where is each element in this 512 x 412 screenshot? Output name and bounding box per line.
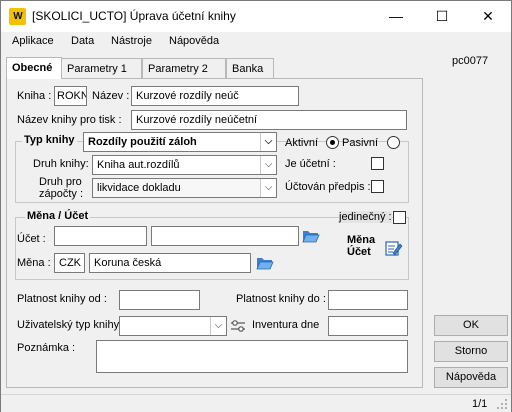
mena-ucet-group-label: Měna / Účet [25,210,91,222]
chevron-down-icon: ⌵ [260,156,276,174]
folder-open-icon[interactable] [256,255,274,271]
platnost-od-label: Platnost knihy od : [17,293,107,305]
druh-zapocty-select[interactable]: likvidace dokladu ⌵ [92,178,277,198]
menu-aplikace[interactable]: Aplikace [12,35,54,47]
inventura-field[interactable] [328,316,408,336]
chevron-down-icon: ⌵ [210,317,226,335]
maximize-button[interactable]: ☐ [419,1,465,32]
window-title: [SKOLICI_UCTO] Úprava účetní knihy [32,9,236,23]
uctovan-predpis-label: Účtován předpis : [285,181,371,193]
folder-open-icon[interactable] [302,228,320,244]
nazev-tisk-label: Název knihy pro tisk : [17,114,122,126]
mena-code-field[interactable]: CZK [54,253,85,273]
platnost-od-field[interactable] [119,290,200,310]
page-indicator: 1/1 [472,398,488,410]
edit-icon[interactable] [385,240,403,257]
chevron-down-icon: ⌵ [260,133,276,151]
ucet-field-2[interactable] [151,226,299,246]
dialog-window: W [SKOLICI_UCTO] Úprava účetní knihy — ☐… [0,0,512,412]
menu-nastroje[interactable]: Nástroje [111,35,152,47]
je-ucetni-label: Je účetní : [285,158,336,170]
chevron-down-icon: ⌵ [260,179,276,197]
uzivatelsky-typ-label: Uživatelský typ knihy [17,319,120,331]
typ-knihy-value: Rozdíly použití záloh [88,136,197,148]
tab-banka[interactable]: Banka [226,58,274,78]
close-button[interactable]: ✕ [465,1,511,32]
inventura-label: Inventura dne [252,319,320,331]
menu-napoveda[interactable]: Nápověda [169,35,219,47]
aktivni-label: Aktivní [285,137,319,149]
mena-ucet-label-line2: Účet [347,246,371,258]
uctovan-predpis-checkbox[interactable] [371,180,384,193]
aktivni-radio[interactable] [326,136,339,149]
menu-data[interactable]: Data [71,35,94,47]
ucet-label: Účet : [17,233,46,245]
jedinecny-label: jedinečný : [339,211,392,223]
tab-parametry-1[interactable]: Parametry 1 [61,58,142,78]
nazev-tisk-field[interactable]: Kurzové rozdíly neúčetní [131,110,407,130]
resize-grip-icon[interactable] [497,399,508,410]
storno-button[interactable]: Storno [434,341,508,362]
ucet-field-1[interactable] [54,226,147,246]
platnost-do-field[interactable] [328,290,408,310]
tab-obecne[interactable]: Obecné [6,57,62,79]
kniha-field[interactable]: ROKN [54,86,87,106]
filter-settings-icon[interactable] [230,318,246,334]
nazev-label: Název : [92,90,130,102]
druh-knihy-value: Kniha aut.rozdílů [97,159,180,171]
app-logo-icon: W [9,8,26,25]
mena-name-field[interactable]: Koruna česká [89,253,251,273]
druh-zapocty-label-line1: Druh pro [39,176,82,188]
poznamka-field[interactable] [96,340,408,373]
pasivni-radio[interactable] [387,136,400,149]
napoveda-button[interactable]: Nápověda [434,367,508,388]
title-bar: W [SKOLICI_UCTO] Úprava účetní knihy — ☐… [1,1,511,32]
ok-button[interactable]: OK [434,315,508,336]
druh-knihy-select[interactable]: Kniha aut.rozdílů ⌵ [92,155,277,175]
druh-zapocty-label-line2: zápočty : [39,188,84,200]
typ-knihy-group-label: Typ knihy [22,134,77,146]
uzivatelsky-typ-select[interactable]: ⌵ [119,316,227,336]
poznamka-label: Poznámka : [17,342,76,354]
kniha-label: Kniha : [17,90,52,102]
jedinecny-checkbox[interactable] [393,211,406,224]
form-code-label: pc0077 [452,55,489,67]
druh-zapocty-value: likvidace dokladu [97,182,181,194]
status-bar: 1/1 [1,394,511,412]
tab-parametry-2[interactable]: Parametry 2 [142,58,226,78]
druh-knihy-label: Druh knihy: [33,158,89,170]
typ-knihy-select[interactable]: Rozdíly použití záloh ⌵ [83,132,277,152]
pasivni-label: Pasivní [342,137,379,149]
nazev-field[interactable]: Kurzové rozdíly neúč [131,86,299,106]
mena-label: Měna : [17,257,51,269]
menu-bar: Aplikace Data Nástroje Nápověda [1,32,511,52]
platnost-do-label: Platnost knihy do : [236,293,326,305]
minimize-button[interactable]: — [373,1,419,32]
je-ucetni-checkbox[interactable] [371,157,384,170]
mena-ucet-label-line1: Měna [347,234,376,246]
